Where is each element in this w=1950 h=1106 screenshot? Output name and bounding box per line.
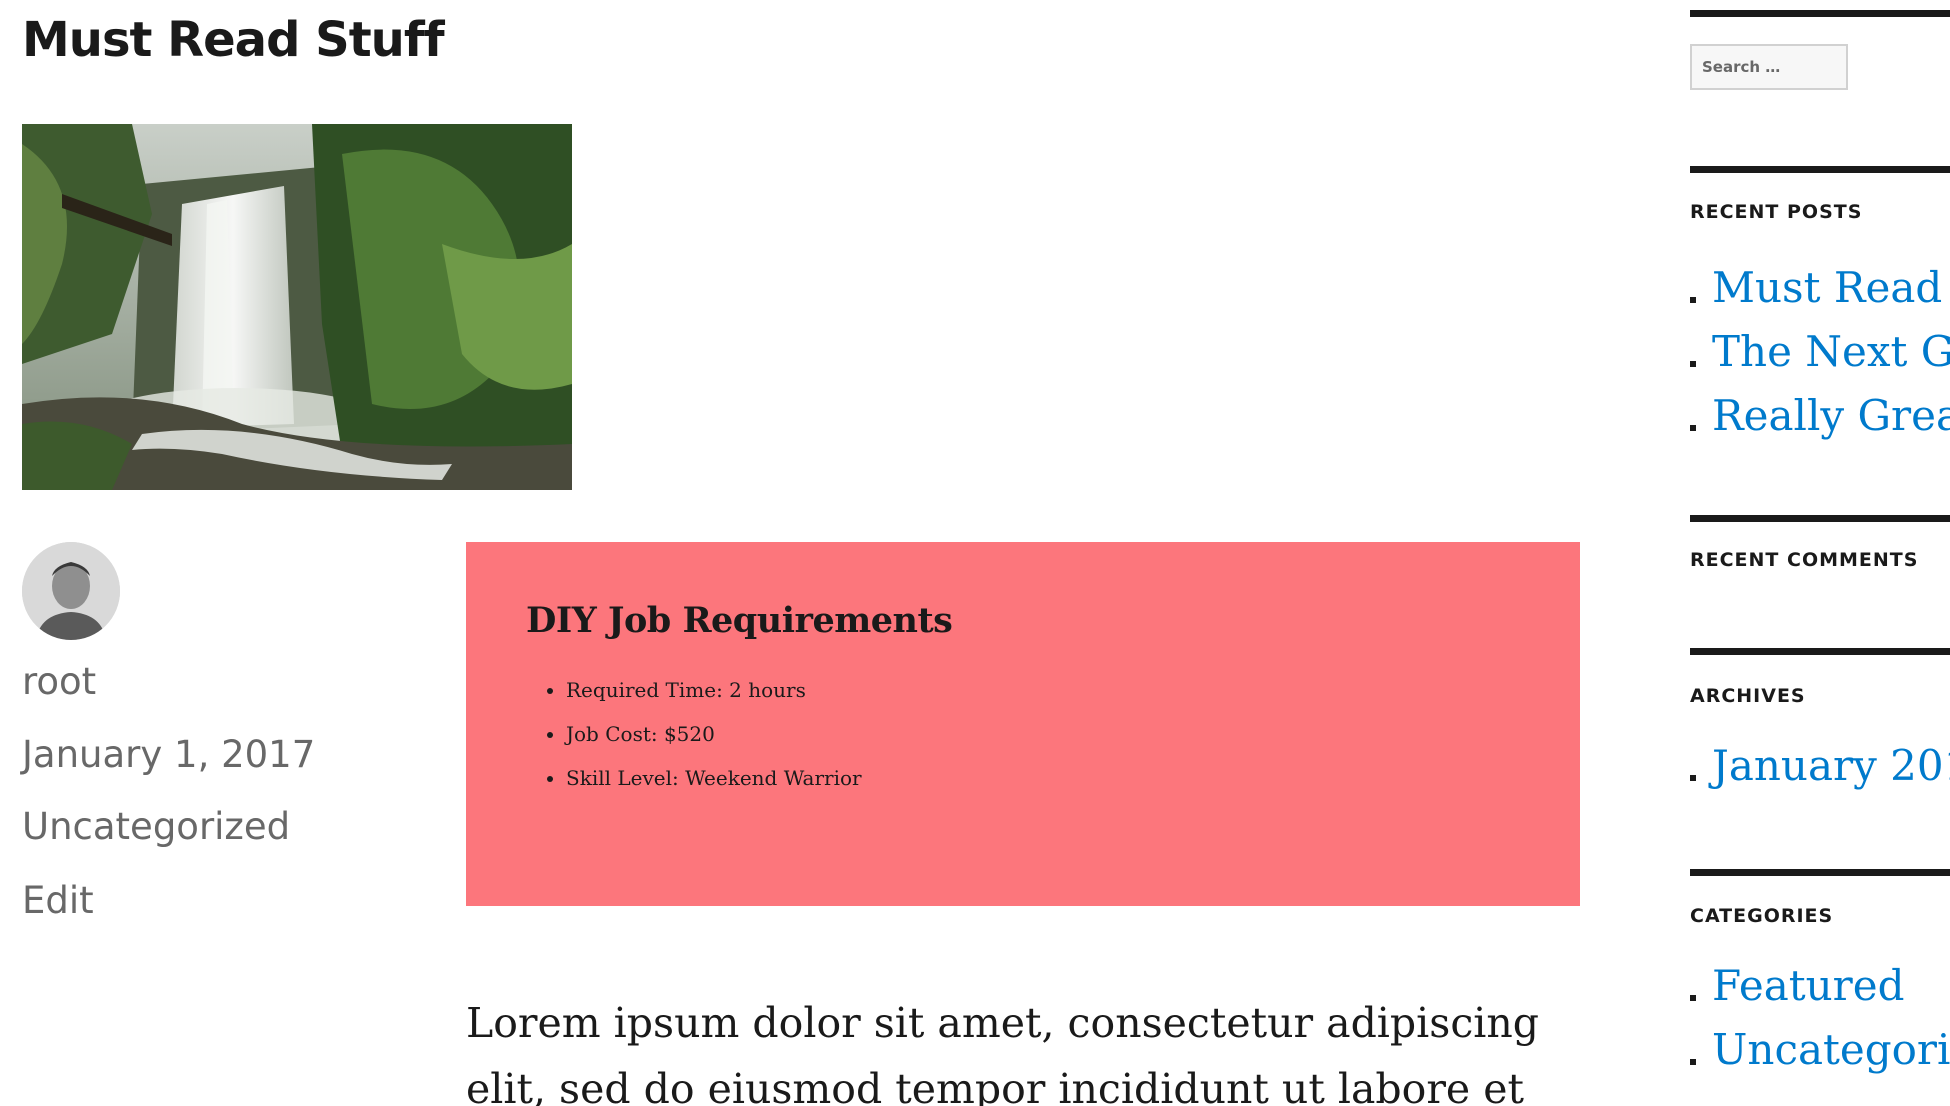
archives-title: ARCHIVES [1690, 685, 1806, 707]
archive-link[interactable]: January 2017 [1712, 741, 1950, 790]
category-link-featured[interactable]: Featured [1712, 961, 1905, 1010]
post-title: Must Read Stuff [22, 12, 445, 68]
waterfall-image [22, 124, 572, 490]
recent-post-link[interactable]: Really Great Stuff [1712, 391, 1950, 440]
categories-title: CATEGORIES [1690, 905, 1834, 927]
category-link[interactable]: Uncategorized [22, 807, 422, 847]
recent-post-link[interactable]: Must Read Stuff [1712, 263, 1950, 312]
recent-comments-rule [1690, 515, 1950, 522]
job-requirement-time: Required Time: 2 hours [566, 668, 1520, 712]
featured-image [22, 124, 572, 490]
recent-comments-title: RECENT COMMENTS [1690, 549, 1919, 571]
search-widget-rule [1690, 10, 1950, 17]
list-item: Really Great Stuff [1690, 384, 1950, 448]
job-requirement-cost: Job Cost: $520 [566, 712, 1520, 756]
job-requirements-list: Required Time: 2 hours Job Cost: $520 Sk… [526, 668, 1520, 800]
categories-rule [1690, 869, 1950, 876]
job-requirement-skill: Skill Level: Weekend Warrior [566, 756, 1520, 800]
job-requirements-box: DIY Job Requirements Required Time: 2 ho… [466, 542, 1580, 906]
list-item: Uncategorized [1690, 1018, 1950, 1082]
list-item: Must Read Stuff [1690, 256, 1950, 320]
search-input[interactable] [1690, 44, 1848, 90]
author-link[interactable]: root [22, 662, 422, 702]
entry-content: Lorem ipsum dolor sit amet, consectetur … [466, 990, 1566, 1106]
archives-rule [1690, 648, 1950, 655]
list-item: Featured [1690, 954, 1950, 1018]
author-avatar-image [22, 542, 120, 640]
post-date-link[interactable]: January 1, 2017 [22, 735, 422, 775]
recent-post-link[interactable]: The Next Great Thing [1712, 327, 1950, 376]
categories-list: Featured Uncategorized [1690, 954, 1950, 1082]
job-requirements-title: DIY Job Requirements [526, 600, 953, 641]
sidebar: RECENT POSTS Must Read Stuff The Next Gr… [1690, 0, 1950, 1106]
entry-meta: root January 1, 2017 Uncategorized Edit [22, 542, 422, 921]
edit-link[interactable]: Edit [22, 881, 422, 921]
list-item: The Next Great Thing [1690, 320, 1950, 384]
category-link-uncategorized[interactable]: Uncategorized [1712, 1025, 1950, 1074]
body-paragraph: Lorem ipsum dolor sit amet, consectetur … [466, 999, 1540, 1106]
recent-posts-list: Must Read Stuff The Next Great Thing Rea… [1690, 256, 1950, 448]
recent-posts-rule [1690, 166, 1950, 173]
archives-list: January 2017 [1690, 734, 1950, 798]
avatar[interactable] [22, 542, 120, 640]
recent-posts-title: RECENT POSTS [1690, 201, 1863, 223]
list-item: January 2017 [1690, 734, 1950, 798]
